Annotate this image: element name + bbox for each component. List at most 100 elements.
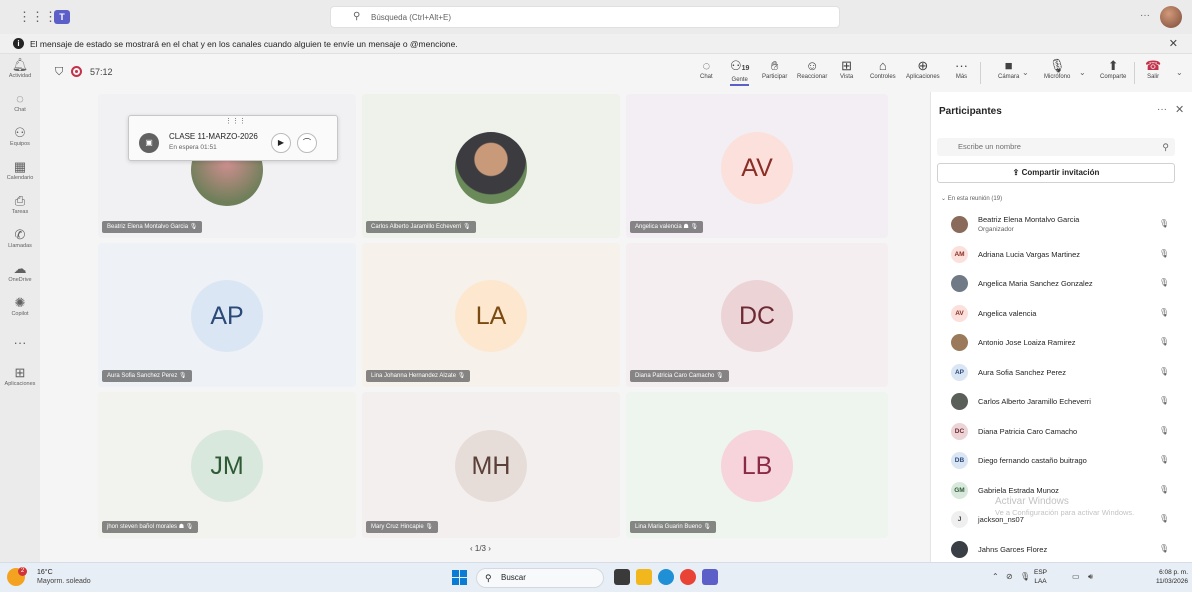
weather-desc: Mayorm. soleado (37, 578, 91, 585)
apps-button[interactable]: ⊕ Aplicaciones (906, 58, 940, 80)
mic-chevron-icon[interactable]: ⌄ (1079, 68, 1086, 77)
clock[interactable]: 6:08 p. m. 11/03/2026 (1144, 568, 1188, 586)
resume-button[interactable]: ▶ (271, 133, 291, 153)
participant-row[interactable]: AM Adriana Lucia Vargas Martinez 🎙︎ (931, 240, 1192, 269)
taskbar-search[interactable]: ⚲ Buscar (476, 568, 604, 588)
volume-icon[interactable]: 🔊︎ (1088, 572, 1093, 582)
view-button[interactable]: ⊞ Vista (840, 58, 853, 80)
participant-row[interactable]: Jjackson_ns07 🎙︎ (931, 505, 1192, 534)
participant-row[interactable]: AV Angelica valencia 🎙︎ (931, 299, 1192, 328)
gallery-pager[interactable]: ‹ 1/3 › (470, 544, 491, 553)
share-button[interactable]: ⬆ Comparte (1100, 58, 1126, 80)
waiting-call-popup[interactable]: ⋮⋮⋮ ▣ CLASE 11-MARZO-2026 En espera 01:5… (128, 115, 338, 161)
edge-icon[interactable] (658, 569, 674, 585)
drag-handle-icon[interactable]: ⋮⋮⋮ (225, 117, 246, 125)
user-avatar[interactable] (1160, 6, 1182, 28)
smile-icon: ☺ (805, 58, 819, 73)
start-button[interactable] (452, 570, 467, 585)
participant-row[interactable]: Beatriz Elena Montalvo Garcia Organizador… (931, 210, 1192, 239)
raise-hand-button[interactable]: ✋︎ Participar (762, 58, 787, 80)
participant-tile[interactable]: DC Diana Patricia Caro Camacho 🎙︎ (626, 243, 888, 387)
participant-tile[interactable]: AP Aura Sofia Sanchez Perez 🎙︎ (98, 243, 356, 387)
more-icon[interactable]: ··· (1157, 104, 1167, 115)
participant-tile[interactable]: JM jhon steven bañol morales ☗ 🎙︎ (98, 392, 356, 538)
participant-row[interactable]: Angelica Maria Sanchez Gonzalez 🎙︎ (931, 269, 1192, 298)
participant-tile[interactable]: AV Angelica valencia ☗ 🎙︎ (626, 94, 888, 238)
rail-item-calls[interactable]: ✆ Llamadas (0, 228, 40, 250)
recording-icon (71, 66, 82, 77)
mic-button[interactable]: 🎙︎ Micrófono (1044, 58, 1070, 80)
copilot-icon: ✺ (14, 295, 26, 310)
search-box[interactable]: ⚲ Búsqueda (Ctrl+Alt+E) (330, 6, 840, 28)
close-icon[interactable]: ✕ (1175, 103, 1184, 116)
participant-tile[interactable]: MH Mary Cruz Hincapie 🎙︎ (362, 392, 620, 538)
rail-item-apps[interactable]: ⊞ Aplicaciones (0, 366, 40, 388)
share-invite-button[interactable]: ⇪ Compartir invitación (937, 163, 1175, 183)
teams-logo: T (54, 10, 70, 24)
more-button[interactable]: ··· Más (955, 58, 968, 80)
participant-row[interactable]: Jahns Garces Florez 🎙︎ (931, 535, 1192, 564)
react-button[interactable]: ☺ Reaccionar (797, 58, 827, 80)
tray-chevron-icon[interactable]: ⌃ (992, 572, 999, 581)
popup-title: CLASE 11-MARZO-2026 (169, 132, 258, 141)
participant-row[interactable]: GM Gabriela Estrada Munoz 🎙︎ (931, 476, 1192, 505)
rail-item-copilot[interactable]: ✺ Copilot (0, 295, 40, 318)
cloud-icon: ☁ (13, 261, 27, 276)
participant-row[interactable]: AP Aura Sofia Sanchez Perez 🎙︎ (931, 358, 1192, 387)
hangup-button[interactable]: ⌒ (297, 133, 317, 153)
network-icon[interactable]: ⊘ (1006, 572, 1013, 581)
rail-item-teams[interactable]: ⚇ Equipos (0, 126, 40, 148)
task-view-icon[interactable] (614, 569, 630, 585)
shield-icon[interactable]: ⛉ (55, 66, 63, 79)
chrome-icon[interactable] (680, 569, 696, 585)
popup-status: En espera 01:51 (169, 144, 217, 151)
participant-name: Diana Patricia Caro Camacho (978, 426, 1078, 436)
controls-button[interactable]: ⌂ Controles (870, 58, 896, 80)
camera-button[interactable]: ■ Cámara (998, 58, 1019, 80)
section-header[interactable]: ⌄ En esta reunión (19) (941, 195, 1002, 202)
participant-row[interactable]: DB Diego fernando castaño buitrago 🎙︎ (931, 446, 1192, 475)
participant-row[interactable]: Antonio Jose Loaiza Ramirez 🎙︎ (931, 328, 1192, 357)
leave-button[interactable]: ☎ Salir (1145, 58, 1161, 80)
avatar: J (951, 511, 968, 528)
participant-search-input[interactable]: Escribe un nombre ⚲ (937, 138, 1175, 156)
chat-button[interactable]: ◌ Chat (700, 58, 713, 80)
participant-name: Mary Cruz Hincapie 🎙︎ (366, 521, 438, 533)
mic-tray-icon[interactable]: 🎙︎ (1020, 572, 1030, 581)
participant-initials: AP (191, 280, 263, 352)
participant-row[interactable]: Carlos Alberto Jaramillo Echeverri 🎙︎ (931, 387, 1192, 416)
mic-off-icon: 🎙︎ (189, 224, 198, 230)
camera-chevron-icon[interactable]: ⌄ (1022, 68, 1029, 77)
teams-taskbar-icon[interactable] (702, 569, 718, 585)
file-explorer-icon[interactable] (636, 569, 652, 585)
rail-item-more[interactable]: ··· (0, 336, 40, 351)
language-indicator[interactable]: ESP LAA (1034, 568, 1047, 586)
participant-tile[interactable]: LA Lina Johanna Hernandez Alzate 🎙︎ (362, 243, 620, 387)
rail-item-activity[interactable]: 🔔︎ Actividad (0, 58, 40, 80)
app-launcher-icon[interactable]: ⋮⋮⋮ (18, 9, 57, 25)
participant-name: Lina Johanna Hernandez Alzate 🎙︎ (366, 370, 471, 382)
participant-tile[interactable]: LB Lina Maria Guarin Bueno 🎙︎ (626, 392, 888, 538)
rail-item-tasks[interactable]: ⎙ Tareas (0, 193, 40, 216)
avatar (951, 216, 968, 233)
participant-photo (455, 132, 527, 204)
leave-chevron-icon[interactable]: ⌄ (1176, 68, 1183, 77)
controls-icon: ⌂ (878, 58, 887, 73)
participant-tile[interactable]: Carlos Alberto Jaramillo Echeverri 🎙︎ (362, 94, 620, 238)
people-button[interactable]: ⚇19 Gente (730, 58, 750, 86)
rail-item-chat[interactable]: ◌ Chat (0, 92, 40, 114)
display-icon[interactable]: ▭ (1072, 572, 1080, 581)
meeting-timer: 57:12 (90, 67, 113, 77)
participant-name: jhon steven bañol morales ☗ 🎙︎ (102, 521, 199, 533)
rail-item-calendar[interactable]: ▦ Calendario (0, 160, 40, 182)
tasks-icon: ⎙ (14, 193, 26, 208)
participant-name: Beatriz Elena Montalvo Garcia 🎙︎ (102, 221, 203, 233)
rail-item-onedrive[interactable]: ☁ OneDrive (0, 261, 40, 284)
avatar (951, 393, 968, 410)
participant-row[interactable]: DC Diana Patricia Caro Camacho 🎙︎ (931, 417, 1192, 446)
participant-initials: LA (455, 280, 527, 352)
more-icon[interactable]: ··· (1140, 10, 1150, 21)
status-banner: i El mensaje de estado se mostrará en el… (0, 34, 1192, 54)
participant-initials: DC (721, 280, 793, 352)
close-icon[interactable]: ✕ (1169, 37, 1178, 50)
